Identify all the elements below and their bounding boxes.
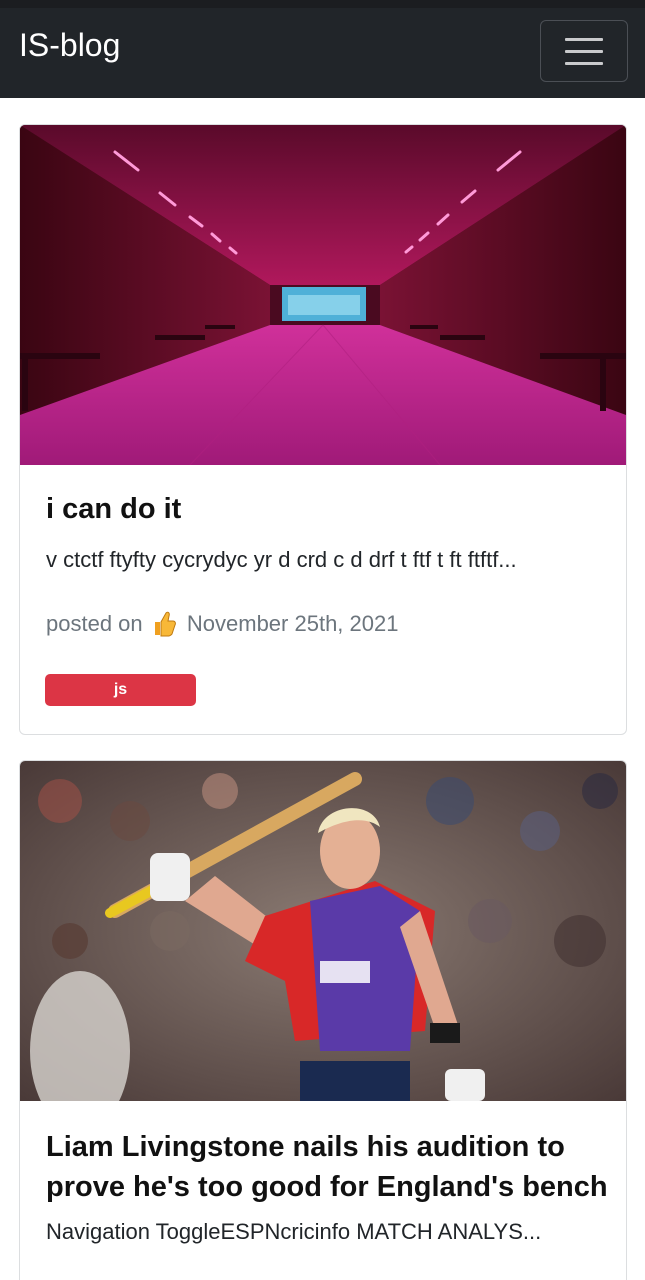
post-excerpt: v ctctf ftyfty cycrydyc yr d crd c d drf… [46,547,517,572]
post-card[interactable]: Liam Livingstone nails his audition to p… [19,760,627,1280]
post-excerpt: Navigation ToggleESPNcricinfo MATCH ANAL… [46,1219,542,1244]
post-card[interactable]: i can do it v ctctf ftyfty cycrydyc yr d… [19,124,627,735]
status-strip [0,0,645,8]
post-image-tunnel[interactable] [20,125,626,465]
hamburger-menu-icon [565,38,603,41]
hamburger-menu-icon-bar [565,50,603,53]
thumbs-up-icon [154,611,176,637]
post-image-cricketer[interactable] [20,761,626,1101]
tag-badge-js[interactable]: js [45,674,196,706]
brand-link[interactable]: IS-blog [19,26,120,64]
posted-on-label: posted on [46,611,143,636]
post-meta: posted on November 25th, 2021 [46,609,398,637]
post-title[interactable]: i can do it [46,493,181,526]
post-title[interactable]: Liam Livingstone nails his audition to p… [46,1127,616,1207]
navbar: IS-blog [0,8,645,98]
post-date: November 25th, 2021 [186,611,399,636]
hamburger-menu-icon-bar [565,62,603,65]
navbar-toggle-button[interactable] [540,20,628,82]
